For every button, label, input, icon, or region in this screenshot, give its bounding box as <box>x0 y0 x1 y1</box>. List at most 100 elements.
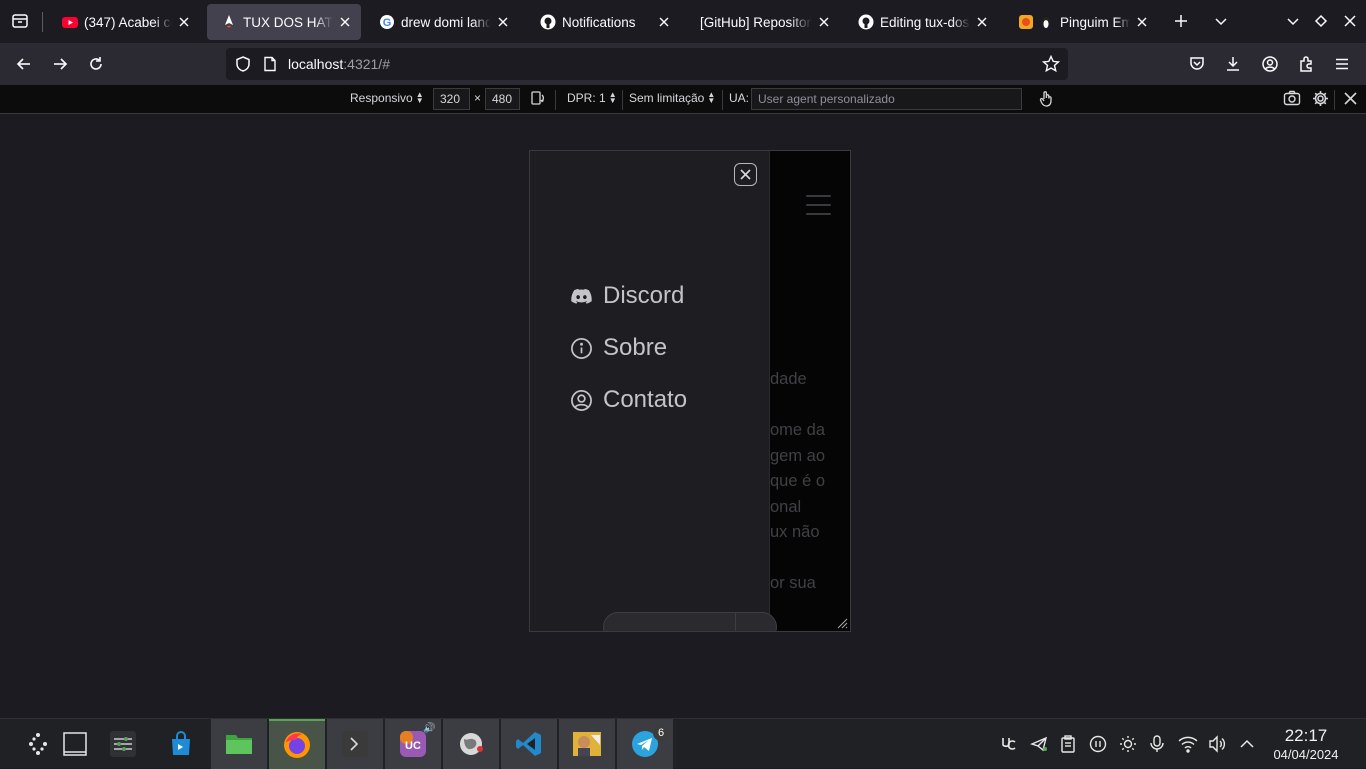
page-text-fragment: ome da <box>770 421 826 439</box>
close-tab-icon[interactable] <box>337 14 353 30</box>
page-text-fragment: or sua <box>770 574 816 592</box>
info-icon <box>570 337 593 360</box>
emoji-icon <box>1018 14 1034 30</box>
clock-time: 22:17 <box>1284 726 1328 745</box>
address-bar[interactable]: localhost:4321/# <box>226 48 1068 80</box>
device-viewport: dade ome da gem ao que é o onal ux não o… <box>529 150 851 632</box>
svg-text:UC: UC <box>405 740 421 752</box>
tab-google[interactable]: G drew domi landing <box>365 4 519 40</box>
drawer-close-button[interactable] <box>734 163 757 186</box>
viewport-height-input[interactable]: 480 <box>485 88 520 110</box>
close-tab-icon[interactable] <box>176 14 192 30</box>
github-icon <box>858 14 874 30</box>
viewport-resize-handle[interactable] <box>836 617 848 629</box>
menu-item-discord[interactable]: Discord <box>570 282 684 310</box>
page-text-fragment: gem ao <box>770 447 826 465</box>
vscode-icon <box>516 732 541 756</box>
speaker-icon: 🔊 <box>423 723 436 734</box>
rdm-viewport-area: dade ome da gem ao que é o onal ux não o… <box>0 114 1366 718</box>
tray-expand-chevron-up-icon[interactable] <box>1237 734 1257 754</box>
terminal-icon <box>342 731 368 757</box>
tab-strip: (347) Acabei com TUX DOS HAT and G drew … <box>0 0 1366 43</box>
volume-icon[interactable] <box>1207 734 1227 754</box>
tab-notifications[interactable]: Notifications <box>526 4 680 40</box>
list-tabs-chevron-down-icon[interactable] <box>1210 10 1232 32</box>
tab-editing-tux[interactable]: Editing tux-dos-h <box>844 4 998 40</box>
touch-simulation-icon[interactable] <box>1038 90 1054 108</box>
google-icon: G <box>379 14 395 30</box>
forward-arrow-icon[interactable] <box>49 53 71 75</box>
close-tab-icon[interactable] <box>816 14 832 30</box>
page-hamburger-icon[interactable] <box>806 195 831 215</box>
nav-drawer: Discord Sobre Contato <box>530 151 770 631</box>
settings-gear-icon[interactable] <box>1312 90 1329 107</box>
terminal-app[interactable] <box>327 719 383 769</box>
back-arrow-icon[interactable] <box>13 53 35 75</box>
updown-chevron-icon: ▲ ▼ <box>415 90 424 105</box>
tab-youtube[interactable]: (347) Acabei com <box>48 4 200 40</box>
page-text-fragment: ux não <box>770 523 820 541</box>
pocket-icon[interactable] <box>1186 53 1208 75</box>
dpr-selector[interactable]: DPR: 1 ▲ ▼ <box>567 91 617 106</box>
new-tab-icon[interactable] <box>1170 10 1192 32</box>
navigation-toolbar: localhost:4321/# <box>0 43 1366 85</box>
microphone-icon[interactable] <box>1147 734 1167 754</box>
telegram-unread-badge: 6 <box>653 725 669 741</box>
extensions-icon[interactable] <box>1295 53 1317 75</box>
close-tab-icon[interactable] <box>974 14 990 30</box>
ubuntu-cleaner-tray-icon[interactable] <box>999 734 1019 754</box>
menu-item-contato[interactable]: Contato <box>570 386 687 414</box>
close-tab-icon[interactable] <box>1134 14 1150 30</box>
github-icon <box>540 14 556 30</box>
throttling-selector[interactable]: Sem limitação ▲ ▼ <box>629 90 716 106</box>
desktop-icon <box>63 732 87 756</box>
user-agent-input[interactable]: User agent personalizado <box>751 88 1022 110</box>
tab-github-repository[interactable]: [GitHub] Repository <box>686 4 840 40</box>
firefox-app[interactable] <box>269 719 325 769</box>
maximize-diamond-icon[interactable] <box>1310 10 1332 32</box>
telegram-tray-icon[interactable] <box>1029 734 1049 754</box>
settings-app[interactable] <box>95 719 151 769</box>
vpn-app[interactable] <box>443 719 499 769</box>
close-rdm-icon[interactable] <box>1343 91 1358 106</box>
menu-item-label: Contato <box>603 386 688 413</box>
close-tab-icon[interactable] <box>495 14 511 30</box>
menu-item-label: Discord <box>603 282 685 309</box>
files-app[interactable] <box>211 719 267 769</box>
telegram-app[interactable]: 6 <box>617 719 673 769</box>
close-window-icon[interactable] <box>1339 10 1361 32</box>
reload-icon[interactable] <box>85 53 107 75</box>
account-icon[interactable] <box>1259 53 1281 75</box>
tab-pinguim-emoji[interactable]: Pinguim Emoji <box>1004 4 1158 40</box>
device-selector[interactable]: Responsivo ▲ ▼ <box>350 90 424 106</box>
media-pause-icon[interactable] <box>1088 734 1108 754</box>
vscode-app[interactable] <box>501 719 557 769</box>
clock[interactable]: 22:17 04/04/2024 <box>1262 726 1350 762</box>
astro-icon <box>221 14 237 30</box>
bottom-dock <box>603 612 777 631</box>
minimize-chevron-down-icon[interactable] <box>1282 10 1304 32</box>
hamburger-menu-icon[interactable] <box>1331 53 1353 75</box>
brightness-icon[interactable] <box>1118 734 1138 754</box>
updown-chevron-icon: ▲ ▼ <box>707 90 716 105</box>
photo-icon <box>573 732 601 756</box>
viewport-width-input[interactable]: 320 <box>433 88 470 110</box>
screenshot-camera-icon[interactable] <box>1283 90 1301 106</box>
ua-label: UA: <box>729 91 750 105</box>
rotate-device-icon[interactable] <box>530 90 546 106</box>
image-viewer-app[interactable] <box>559 719 615 769</box>
close-tab-icon[interactable] <box>656 14 672 30</box>
clipboard-icon[interactable] <box>1058 734 1078 754</box>
ubuntu-cleaner-app[interactable]: UC 🔊 <box>385 719 441 769</box>
bookmark-star-icon[interactable] <box>1042 55 1060 73</box>
store-app[interactable] <box>153 719 209 769</box>
tab-overview-icon[interactable] <box>9 10 31 32</box>
menu-item-label: Sobre <box>603 334 668 361</box>
menu-item-sobre[interactable]: Sobre <box>570 334 667 362</box>
wifi-icon[interactable] <box>1178 734 1198 754</box>
page-info-icon[interactable] <box>262 56 278 72</box>
svg-text:G: G <box>383 17 392 29</box>
downloads-icon[interactable] <box>1222 53 1244 75</box>
shield-icon[interactable] <box>234 55 252 73</box>
tab-tux-dos-hat[interactable]: TUX DOS HAT and <box>207 4 361 40</box>
